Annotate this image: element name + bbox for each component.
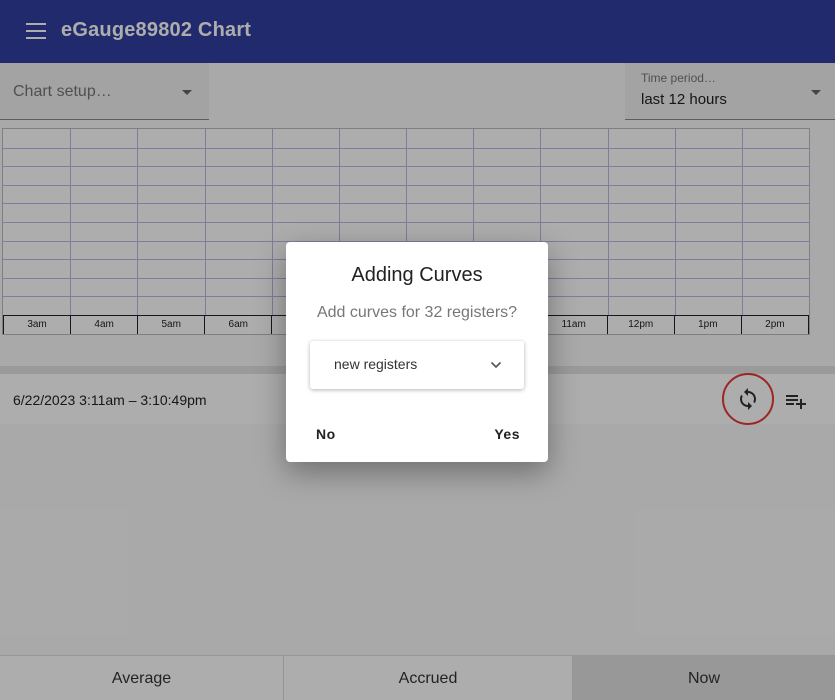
yes-button[interactable]: Yes [494,426,520,442]
dialog-title: Adding Curves [351,264,483,286]
no-button[interactable]: No [316,426,336,442]
register-filter-select[interactable]: new registers [310,341,524,389]
adding-curves-dialog: Adding Curves Add curves for 32 register… [286,242,548,462]
dialog-message: Add curves for 32 registers? [316,304,518,321]
register-filter-value: new registers [334,356,418,372]
chevron-down-icon [490,361,502,369]
